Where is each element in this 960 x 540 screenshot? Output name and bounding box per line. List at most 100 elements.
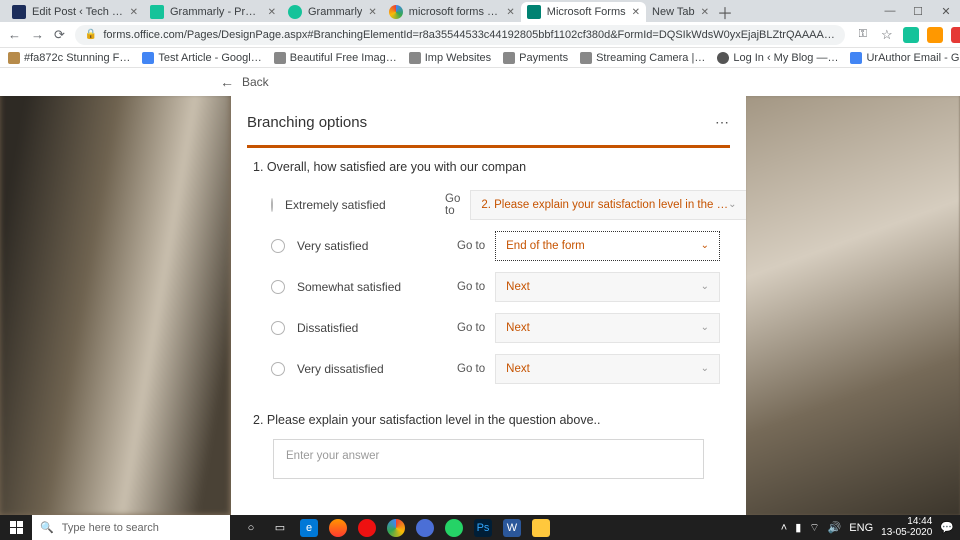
bookmark[interactable]: Test Article - Googl… [142, 52, 261, 64]
forward-icon[interactable]: → [31, 27, 44, 42]
battery-icon[interactable]: ▮ [795, 521, 801, 534]
maximize-icon[interactable]: ☐ [904, 0, 932, 22]
tab-label: Grammarly - ProSeoTools_ [170, 6, 262, 18]
bookmark[interactable]: Streaming Camera |… [580, 52, 705, 64]
goto-select[interactable]: Next ⌄ [495, 272, 720, 302]
star-icon[interactable]: ☆ [879, 27, 895, 43]
clock[interactable]: 14:44 13-05-2020 [881, 517, 932, 538]
chevron-down-icon: ⌄ [728, 199, 736, 210]
bookmark[interactable]: Log In ‹ My Blog —… [717, 52, 838, 64]
search-placeholder: Type here to search [62, 522, 159, 534]
bookmark[interactable]: Imp Websites [409, 52, 491, 64]
bookmark[interactable]: Payments [503, 52, 568, 64]
bookmark[interactable]: #fa872c Stunning F… [8, 52, 130, 64]
goto-select[interactable]: Next ⌄ [495, 354, 720, 384]
goto-select[interactable]: Next ⌄ [495, 313, 720, 343]
photoshop-icon[interactable]: Ps [474, 519, 492, 537]
chrome-icon[interactable] [387, 519, 405, 537]
option-label: Very satisfied [297, 239, 457, 253]
tab-grammarly-1[interactable]: Grammarly - ProSeoTools_ ✕ [144, 2, 282, 22]
option-label: Dissatisfied [297, 321, 457, 335]
question-1: 1. Overall, how satisfied are you with o… [253, 160, 730, 174]
reload-icon[interactable]: ⟳ [54, 27, 65, 43]
option-row: Somewhat satisfied Go to Next ⌄ [247, 266, 730, 307]
bg-image-left [0, 68, 230, 515]
close-icon[interactable]: ✕ [506, 7, 514, 18]
windows-icon [10, 521, 23, 534]
firefox-icon[interactable] [329, 519, 347, 537]
bookmark-label: Log In ‹ My Blog —… [733, 52, 838, 64]
q-text: Overall, how satisfied are you with our … [267, 160, 526, 174]
tab-label: Microsoft Forms [547, 6, 626, 18]
page-title: Branching options [247, 114, 367, 131]
close-icon[interactable]: ✕ [701, 7, 709, 18]
tab-msforms[interactable]: Microsoft Forms ✕ [521, 2, 646, 22]
bookmark[interactable]: UrAuthor Email - G… [850, 52, 960, 64]
favicon [527, 5, 541, 19]
taskview-icon[interactable]: ▭ [271, 519, 289, 537]
q-number: 1. [253, 160, 263, 174]
edge-icon[interactable]: e [300, 519, 318, 537]
opera-icon[interactable] [358, 519, 376, 537]
word-icon[interactable]: W [503, 519, 521, 537]
explorer-icon[interactable] [532, 519, 550, 537]
radio-icon[interactable] [271, 198, 273, 212]
close-icon[interactable]: ✕ [368, 7, 376, 18]
q-text: Please explain your satisfaction level i… [267, 413, 601, 427]
whatsapp-icon[interactable] [445, 519, 463, 537]
bookmark[interactable]: Beautiful Free Imag… [274, 52, 397, 64]
ext-icon[interactable] [951, 27, 960, 43]
close-icon[interactable]: ✕ [130, 7, 138, 18]
option-row: Very dissatisfied Go to Next ⌄ [247, 348, 730, 389]
back-arrow-icon[interactable]: ← [220, 74, 234, 90]
back-icon[interactable]: ← [8, 27, 21, 42]
new-tab-button[interactable]: ＋ [715, 2, 735, 22]
notifications-icon[interactable]: 💬 [940, 521, 954, 534]
goto-select[interactable]: End of the form ⌄ [495, 231, 720, 261]
start-button[interactable] [0, 515, 32, 540]
forms-topbar: ← Back [0, 68, 960, 96]
goto-label: Go to [445, 193, 460, 217]
lock-icon: 🔒 [85, 29, 97, 40]
ext-icon[interactable] [927, 27, 943, 43]
radio-icon[interactable] [271, 321, 285, 335]
bg-image-right [745, 68, 960, 515]
taskbar: 🔍 Type here to search ○ ▭ e Ps W ˄ ▮ ⌔ 🔊… [0, 515, 960, 540]
bookmark-label: Imp Websites [425, 52, 491, 64]
tab-techviral[interactable]: Edit Post ‹ Tech Viral — Word ✕ [6, 2, 144, 22]
key-icon[interactable]: ⚿ [855, 28, 871, 41]
close-window-icon[interactable]: ✕ [932, 0, 960, 22]
url-input[interactable]: 🔒 forms.office.com/Pages/DesignPage.aspx… [75, 25, 845, 45]
taskbar-search[interactable]: 🔍 Type here to search [32, 515, 230, 540]
goto-select[interactable]: 2. Please explain your satisfaction leve… [470, 190, 746, 220]
radio-icon[interactable] [271, 239, 285, 253]
tab-label: Grammarly [308, 6, 362, 18]
tab-grammarly-2[interactable]: Grammarly ✕ [282, 2, 383, 22]
tab-newtab[interactable]: New Tab ✕ [646, 2, 715, 22]
chevron-down-icon: ⌄ [701, 240, 709, 251]
close-icon[interactable]: ✕ [268, 7, 276, 18]
bookmark-label: Streaming Camera |… [596, 52, 705, 64]
q-number: 2. [253, 413, 263, 427]
tray-chevron-icon[interactable]: ˄ [781, 522, 787, 534]
more-icon[interactable]: ⋯ [715, 114, 730, 131]
answer-input[interactable]: Enter your answer [273, 439, 704, 479]
select-value: Next [506, 322, 530, 334]
minimize-icon[interactable]: — [876, 0, 904, 22]
language-indicator[interactable]: ENG [849, 522, 873, 534]
url-text: forms.office.com/Pages/DesignPage.aspx#B… [103, 29, 835, 41]
volume-icon[interactable]: 🔊 [828, 521, 842, 534]
branching-panel: Branching options ⋯ 1. Overall, how sati… [231, 96, 746, 515]
back-label[interactable]: Back [242, 75, 269, 89]
wifi-icon[interactable]: ⌔ [809, 521, 819, 535]
radio-icon[interactable] [271, 362, 285, 376]
tab-google[interactable]: microsoft forms - Google Se ✕ [383, 2, 521, 22]
close-icon[interactable]: ✕ [632, 7, 640, 18]
option-label: Somewhat satisfied [297, 280, 457, 294]
goto-label: Go to [457, 363, 485, 375]
app-icon[interactable] [416, 519, 434, 537]
address-bar: ← → ⟳ 🔒 forms.office.com/Pages/DesignPag… [0, 22, 960, 48]
cortana-icon[interactable]: ○ [242, 519, 260, 537]
ext-grammarly-icon[interactable] [903, 27, 919, 43]
radio-icon[interactable] [271, 280, 285, 294]
